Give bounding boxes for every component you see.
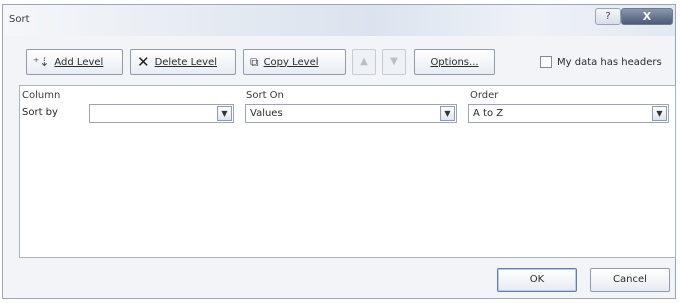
dialog-title: Sort bbox=[9, 14, 30, 25]
cancel-button[interactable]: Cancel bbox=[590, 268, 670, 292]
column-select[interactable]: ▼ bbox=[89, 104, 234, 123]
close-button[interactable]: X bbox=[621, 8, 673, 25]
ok-button[interactable]: OK bbox=[497, 268, 577, 292]
add-level-icon: ⁺⇣ bbox=[33, 55, 50, 69]
my-data-has-headers-label: My data has headers bbox=[557, 57, 662, 68]
copy-level-button[interactable]: ⧉ Copy Level bbox=[243, 49, 346, 75]
sort-by-label: Sort by bbox=[22, 107, 58, 118]
options-button[interactable]: Options... bbox=[414, 49, 495, 75]
copy-level-label: Copy Level bbox=[263, 56, 319, 68]
order-select[interactable]: A to Z ▼ bbox=[468, 104, 669, 123]
help-button[interactable]: ? bbox=[595, 8, 621, 25]
add-level-button[interactable]: ⁺⇣ Add Level bbox=[26, 49, 123, 75]
column-header-column: Column bbox=[22, 90, 61, 101]
chevron-down-icon[interactable]: ▼ bbox=[217, 106, 232, 121]
sort-on-select-value: Values bbox=[250, 108, 283, 119]
options-label: Options... bbox=[430, 56, 479, 68]
chevron-down-icon[interactable]: ▼ bbox=[440, 106, 455, 121]
delete-level-label: Delete Level bbox=[154, 56, 218, 68]
copy-icon: ⧉ bbox=[250, 54, 259, 69]
sort-on-select[interactable]: Values ▼ bbox=[245, 104, 457, 123]
chevron-down-icon[interactable]: ▼ bbox=[652, 106, 667, 121]
column-header-order: Order bbox=[470, 90, 499, 101]
column-header-sort-on: Sort On bbox=[246, 90, 284, 101]
my-data-has-headers-checkbox[interactable] bbox=[540, 56, 552, 68]
delete-x-icon: ✕ bbox=[137, 53, 150, 71]
move-up-button[interactable]: ▲ bbox=[352, 49, 376, 75]
title-bar[interactable]: Sort ? X bbox=[3, 5, 675, 36]
move-down-button[interactable]: ▼ bbox=[382, 49, 406, 75]
order-select-value: A to Z bbox=[473, 108, 504, 119]
add-level-label: Add Level bbox=[54, 56, 104, 68]
delete-level-button[interactable]: ✕ Delete Level bbox=[130, 49, 236, 75]
